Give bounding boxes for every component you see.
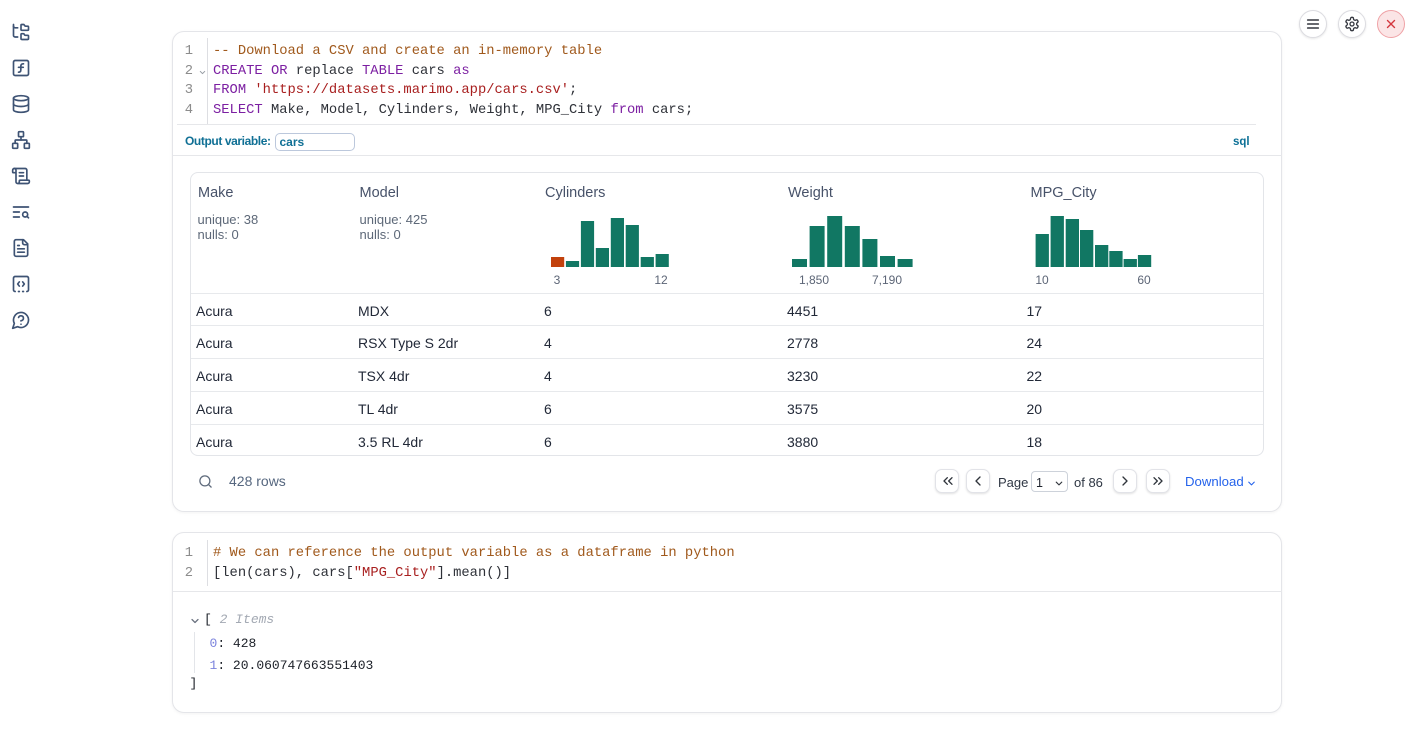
svg-text:12: 12 <box>654 273 668 287</box>
svg-text:10: 10 <box>1035 273 1049 287</box>
svg-text:60: 60 <box>1137 273 1151 287</box>
svg-text:7,190: 7,190 <box>872 273 902 287</box>
svg-text:3: 3 <box>554 273 561 287</box>
svg-text:1,850: 1,850 <box>799 273 829 287</box>
